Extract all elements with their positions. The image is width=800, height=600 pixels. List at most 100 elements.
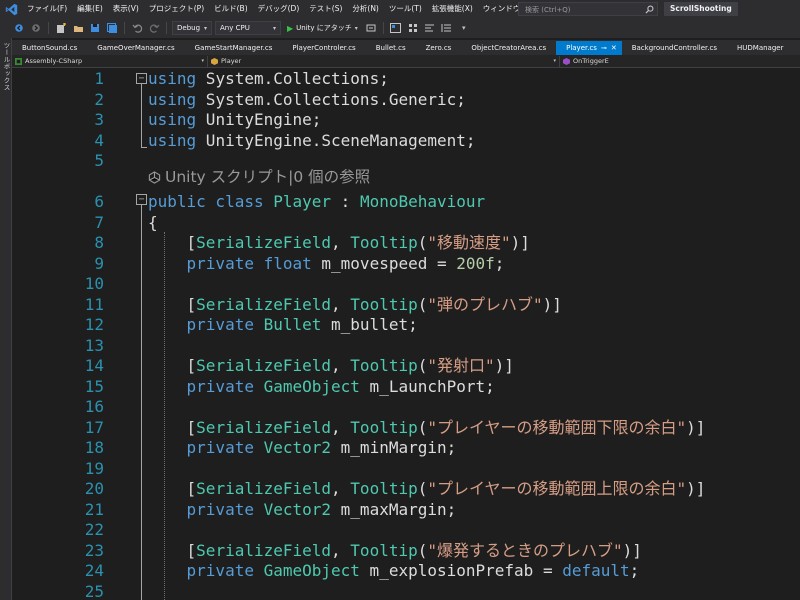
new-project-icon[interactable] (54, 21, 68, 35)
window-layout-icon[interactable] (389, 21, 403, 35)
grid-view-icon[interactable] (406, 21, 420, 35)
code-token: ; (494, 253, 505, 273)
navigate-forward-icon[interactable] (29, 21, 43, 35)
attach-to-unity-button[interactable]: ▶ Unity にアタッチ ▾ (284, 21, 361, 35)
menu-item[interactable]: テスト(S) (304, 0, 347, 18)
undo-icon[interactable] (130, 21, 144, 35)
code-editor[interactable]: − − Unity スクリプト|0 個の参照 1 using System.Col… (12, 68, 800, 600)
tab-document[interactable]: Bullet.cs (366, 41, 416, 55)
pin-icon[interactable]: ⊸ (601, 41, 607, 55)
save-icon[interactable] (88, 21, 102, 35)
tab-label: ButtonSound.cs (22, 44, 78, 52)
tab-active-document[interactable]: Player.cs ⊸ ✕ (556, 41, 622, 55)
line-number: 1 (94, 69, 104, 88)
toolbar-overflow-icon[interactable]: ▾ (457, 21, 471, 35)
code-line[interactable]: 7{ (12, 212, 800, 233)
menu-item[interactable]: 拡張機能(X) (427, 0, 478, 18)
code-line[interactable]: 6 public class Player : MonoBehaviour (12, 191, 800, 212)
code-line[interactable]: 2 using System.Collections.Generic; (12, 89, 800, 110)
tab-document[interactable]: Zero.cs (416, 41, 462, 55)
code-line[interactable]: 22 (12, 519, 800, 540)
toolbar-separator (166, 22, 167, 34)
search-input[interactable]: 検索 (Ctrl+Q) (518, 2, 658, 16)
code-token: )] (622, 540, 642, 560)
open-folder-icon[interactable] (71, 21, 85, 35)
tab-document[interactable]: HUDManager (727, 41, 793, 55)
code-token: ( (417, 233, 428, 252)
redo-icon[interactable] (147, 21, 161, 35)
code-line[interactable]: 10 (12, 273, 800, 294)
code-text: private GameObject m_explosionPrefab = d… (148, 560, 640, 581)
code-line[interactable]: 21 private Vector2 m_maxMargin; (12, 499, 800, 520)
chevron-down-icon: ▾ (272, 24, 276, 32)
code-line[interactable]: 20 [SerializeField, Tooltip("プレイヤーの移動範囲上… (12, 478, 800, 499)
code-line[interactable]: 4 using UnityEngine.SceneManagement; (12, 130, 800, 151)
tab-document[interactable]: ButtonSound.cs (12, 41, 87, 55)
unity-icon (148, 171, 161, 184)
code-line[interactable]: 15 private GameObject m_LaunchPort; (12, 376, 800, 397)
method-icon (563, 57, 570, 65)
attach-options-icon[interactable] (364, 21, 378, 35)
code-line[interactable]: 23 [SerializeField, Tooltip("爆発するときのプレハブ… (12, 540, 800, 561)
code-line[interactable]: 11 [SerializeField, Tooltip("弾のプレハブ")] (12, 294, 800, 315)
tab-document[interactable]: ObjectCreatorArea.cs (461, 41, 556, 55)
comment-out-icon[interactable] (423, 21, 437, 35)
tab-document[interactable]: PlayerControler.cs (282, 41, 365, 55)
menu-item[interactable]: ツール(T) (384, 0, 427, 18)
menu-item[interactable]: 分析(N) (347, 0, 383, 18)
menu-item[interactable]: プロジェクト(P) (144, 0, 209, 18)
code-line[interactable]: 16 (12, 396, 800, 417)
code-line[interactable]: 8 [SerializeField, Tooltip("移動速度")] (12, 232, 800, 253)
menu-item[interactable]: デバッグ(D) (253, 0, 305, 18)
tab-document[interactable]: BackgroundController.cs (622, 41, 727, 55)
code-line[interactable]: 18 private Vector2 m_minMargin; (12, 437, 800, 458)
code-line[interactable]: 3 using UnityEngine; (12, 109, 800, 130)
menu-items: ファイル(F) 編集(E) 表示(V) プロジェクト(P) ビルド(B) デバッグ(D) テ… (22, 0, 583, 18)
type-dropdown[interactable]: Player ▾ (208, 55, 560, 67)
code-token: SerializeField (196, 417, 332, 437)
code-line[interactable]: 12 private Bullet m_bullet; (12, 314, 800, 335)
save-all-icon[interactable] (105, 21, 119, 35)
side-rail: ツールボックス (0, 38, 12, 600)
tab-document[interactable]: GameStartManager.cs (185, 41, 283, 55)
menu-item[interactable]: 表示(V) (108, 0, 144, 18)
line-number: 7 (94, 212, 104, 232)
code-token: ( (417, 540, 428, 560)
toolbox-tab[interactable]: ツールボックス (1, 42, 11, 91)
member-dropdown[interactable]: OnTriggerE (560, 56, 800, 67)
code-line[interactable]: 1 using System.Collections; (12, 68, 800, 89)
project-dropdown[interactable]: Assembly-CSharp ▾ (12, 55, 208, 67)
code-line[interactable]: 14 [SerializeField, Tooltip("発射口")] (12, 355, 800, 376)
menu-item[interactable]: 編集(E) (72, 0, 108, 18)
navigate-back-icon[interactable] (12, 21, 26, 35)
code-token: , (331, 233, 351, 252)
chevron-down-icon: ▾ (201, 58, 204, 64)
code-line[interactable]: 19 (12, 458, 800, 479)
close-icon[interactable]: ✕ (611, 41, 617, 55)
solution-platform-dropdown[interactable]: Any CPU ▾ (215, 21, 281, 35)
code-line[interactable]: 25 (12, 581, 800, 600)
menu-item[interactable]: ファイル(F) (22, 0, 72, 18)
tab-label: GameOverManager.cs (97, 44, 175, 52)
code-token: default (562, 561, 630, 580)
code-text: private Bullet m_bullet; (148, 314, 418, 335)
code-text: { (148, 212, 158, 233)
code-token: Vector2 (263, 499, 332, 519)
solution-configuration-value: Debug (177, 24, 201, 32)
visual-studio-logo-icon[interactable] (0, 0, 22, 18)
format-icon[interactable] (440, 21, 454, 35)
code-token: { (148, 212, 158, 232)
menu-item[interactable]: ビルド(B) (209, 0, 253, 18)
tab-document[interactable]: GameOverManager.cs (87, 41, 184, 55)
code-token: SerializeField (196, 540, 332, 560)
code-token: [ (148, 233, 197, 252)
code-line[interactable]: 13 (12, 335, 800, 356)
code-line[interactable]: 24 private GameObject m_explosionPrefab … (12, 560, 800, 581)
code-line[interactable]: 17 [SerializeField, Tooltip("プレイヤーの移動範囲下… (12, 417, 800, 438)
project-dropdown-value: Assembly-CSharp (25, 57, 83, 65)
code-line[interactable]: 9 private float m_movespeed = 200f; (12, 253, 800, 274)
code-line[interactable]: 5 (12, 150, 800, 171)
solution-configuration-dropdown[interactable]: Debug ▾ (172, 21, 212, 35)
tab-label: Zero.cs (425, 44, 452, 52)
